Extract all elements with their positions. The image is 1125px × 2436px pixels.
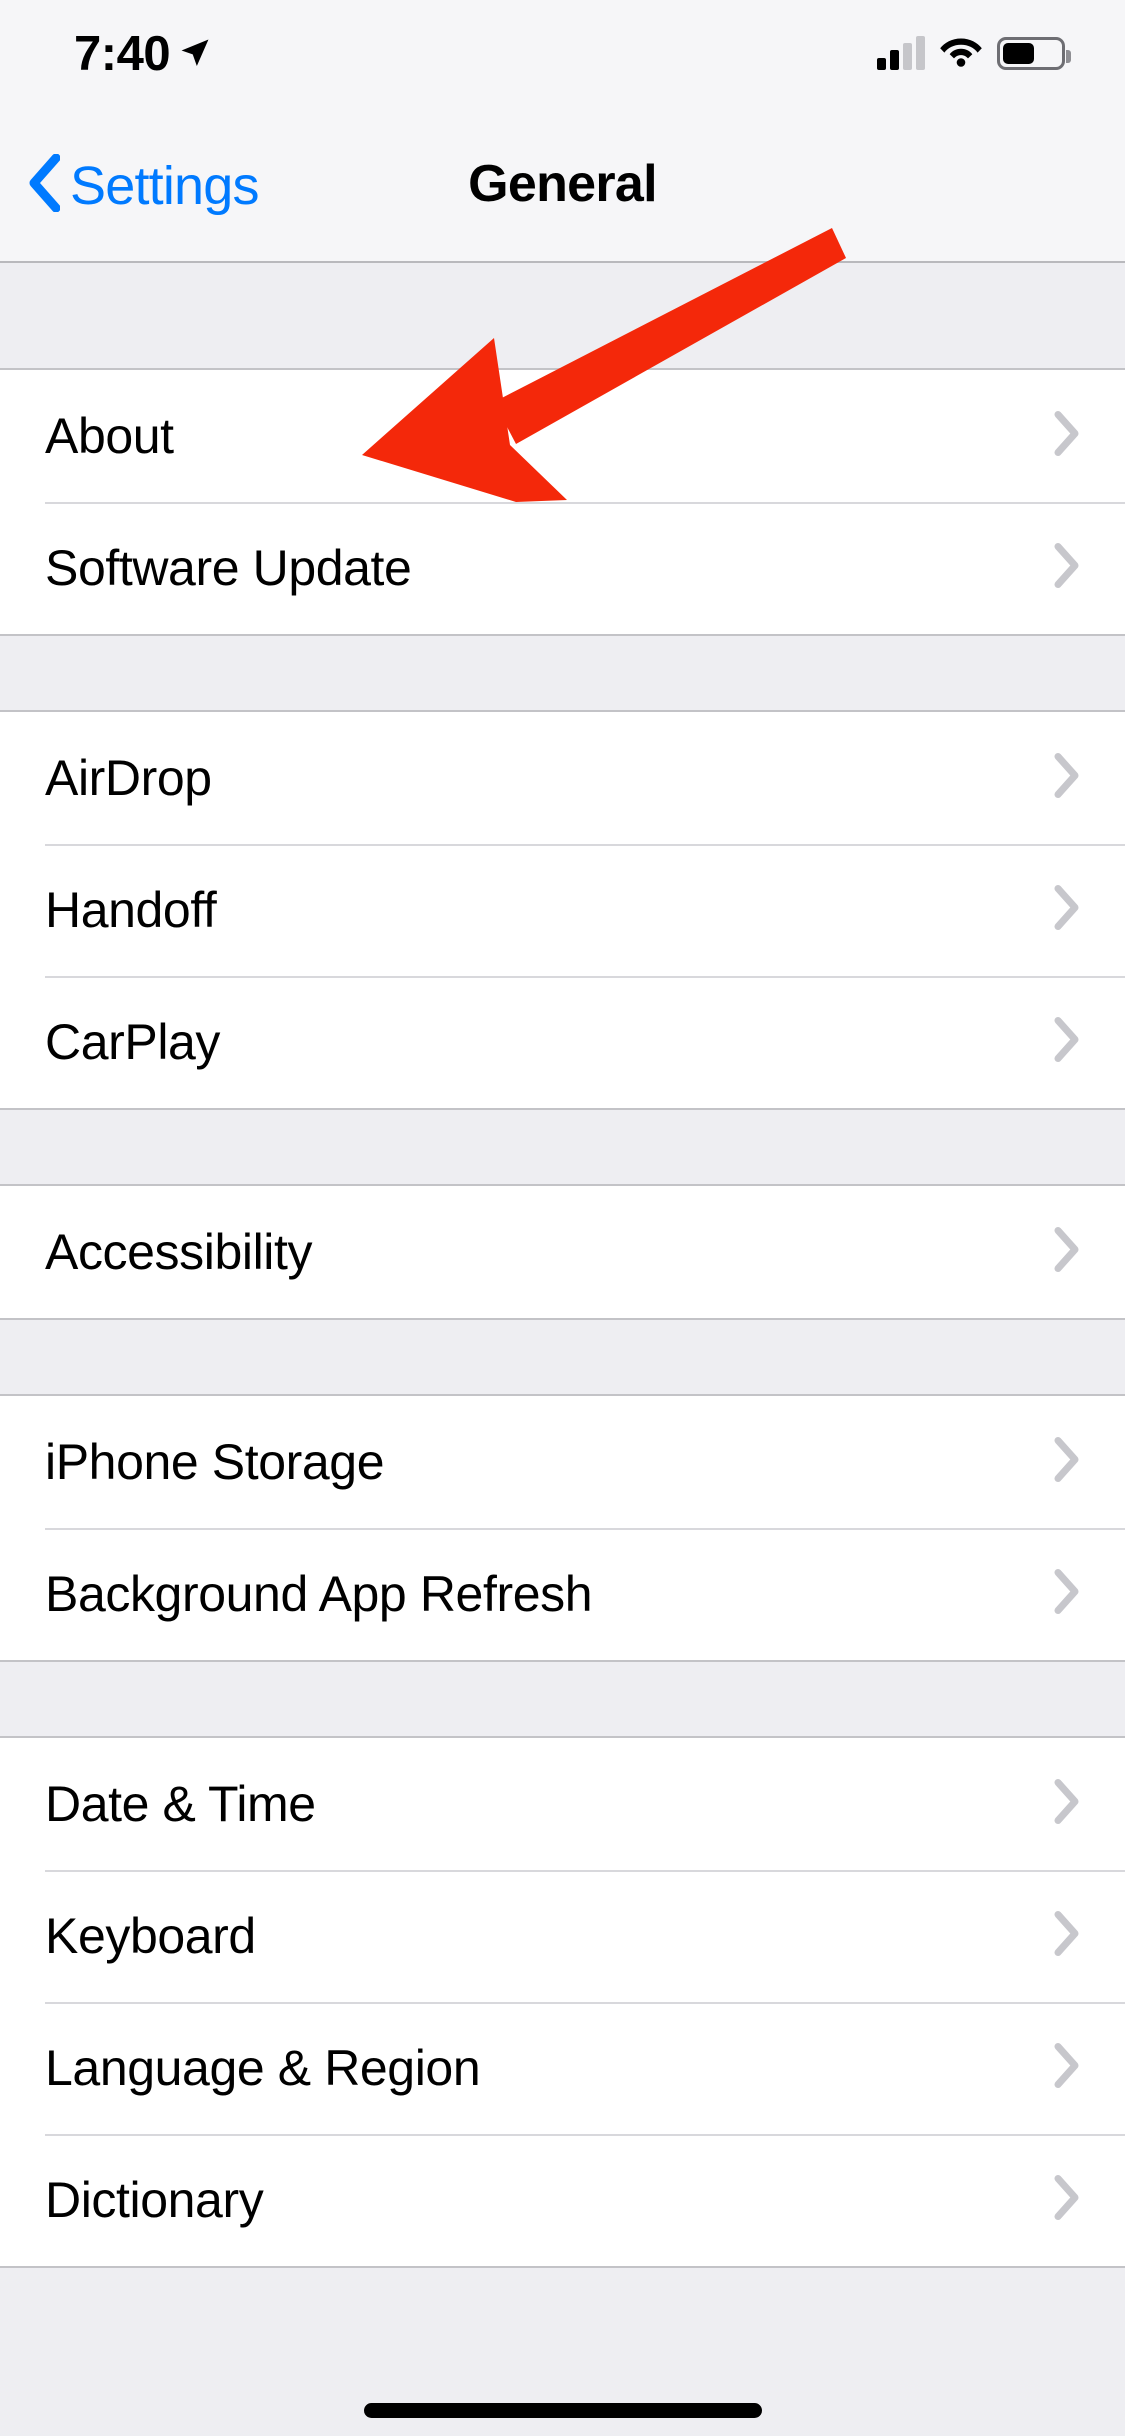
navigation-bar: Settings General [0,110,1125,263]
page-title: General [468,155,657,213]
settings-list[interactable]: About Software Update AirDrop Handoff Ca… [0,263,1125,2436]
row-label: Software Update [45,540,412,596]
row-label: iPhone Storage [45,1434,385,1490]
settings-group-3: Accessibility [0,1184,1125,1320]
row-date-and-time[interactable]: Date & Time [0,1738,1125,1870]
row-background-app-refresh[interactable]: Background App Refresh [0,1528,1125,1660]
row-dictionary[interactable]: Dictionary [0,2134,1125,2266]
status-bar: 7:40 [0,0,1125,110]
wifi-icon [939,34,983,72]
group-spacer [0,263,1125,368]
row-software-update[interactable]: Software Update [0,502,1125,634]
battery-icon [997,36,1071,70]
row-language-and-region[interactable]: Language & Region [0,2002,1125,2134]
home-indicator-area [0,2368,1125,2436]
chevron-right-icon [1054,2175,1080,2226]
group-spacer [0,636,1125,710]
row-about[interactable]: About [0,370,1125,502]
row-iphone-storage[interactable]: iPhone Storage [0,1396,1125,1528]
row-accessibility[interactable]: Accessibility [0,1186,1125,1318]
settings-group-4: iPhone Storage Background App Refresh [0,1394,1125,1662]
row-label: Language & Region [45,2040,481,2096]
chevron-right-icon [1054,885,1080,936]
location-arrow-icon [178,36,212,75]
iphone-screen: 7:40 Settings General About Software Upd… [0,0,1125,2436]
chevron-right-icon [1054,2043,1080,2094]
settings-group-1: About Software Update [0,368,1125,636]
row-airdrop[interactable]: AirDrop [0,712,1125,844]
chevron-right-icon [1054,1569,1080,1620]
status-time: 7:40 [74,27,171,81]
row-handoff[interactable]: Handoff [0,844,1125,976]
row-label: Accessibility [45,1224,313,1280]
group-spacer [0,1320,1125,1394]
chevron-right-icon [1054,1911,1080,1962]
status-icons-group [877,34,1071,72]
row-label: Dictionary [45,2172,264,2228]
chevron-right-icon [1054,1227,1080,1278]
chevron-right-icon [1054,753,1080,804]
settings-group-2: AirDrop Handoff CarPlay [0,710,1125,1110]
status-time-group: 7:40 [74,30,212,79]
group-spacer [0,1662,1125,1736]
row-keyboard[interactable]: Keyboard [0,1870,1125,2002]
chevron-right-icon [1054,1779,1080,1830]
group-spacer [0,1110,1125,1184]
row-label: CarPlay [45,1014,221,1070]
row-label: Date & Time [45,1776,316,1832]
row-label: Keyboard [45,1908,256,1964]
chevron-right-icon [1054,411,1080,462]
row-label: Background App Refresh [45,1566,593,1622]
row-carplay[interactable]: CarPlay [0,976,1125,1108]
row-label: AirDrop [45,750,212,806]
cellular-signal-icon [877,36,925,70]
row-label: Handoff [45,882,217,938]
row-label: About [45,408,174,464]
chevron-right-icon [1054,1437,1080,1488]
home-indicator-bar[interactable] [363,2402,762,2418]
chevron-right-icon [1054,543,1080,594]
chevron-right-icon [1054,1017,1080,1068]
settings-group-5: Date & Time Keyboard Language & Region D… [0,1736,1125,2268]
